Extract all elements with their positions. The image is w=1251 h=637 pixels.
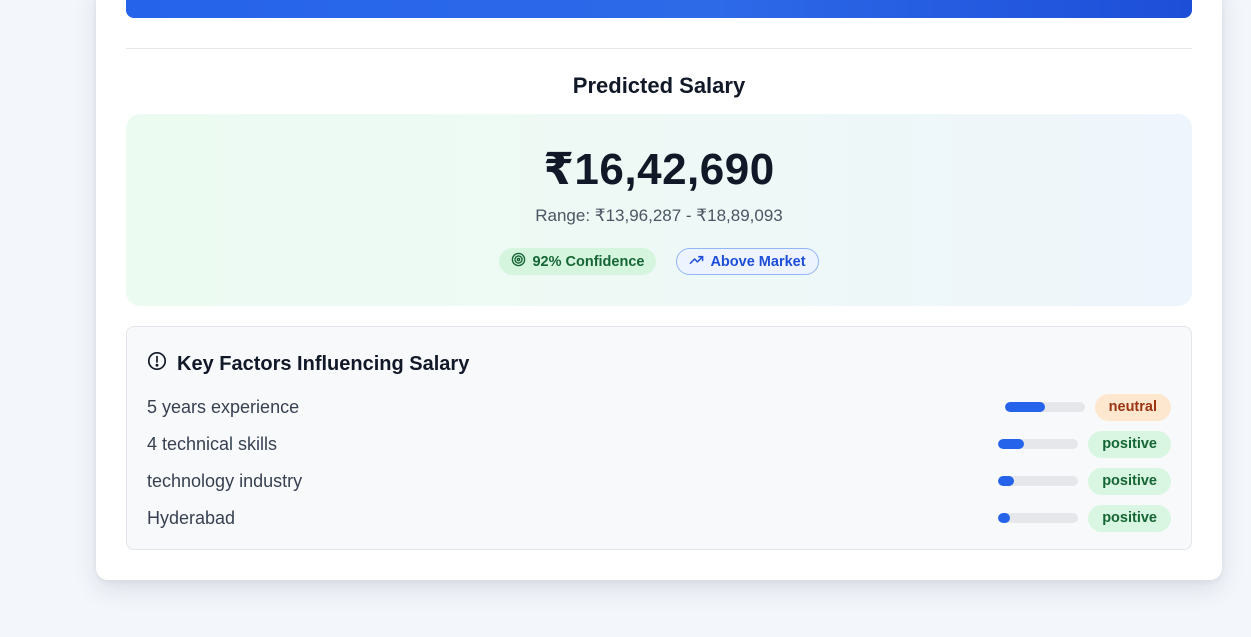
factor-indicator: positive — [998, 504, 1171, 532]
key-factors-panel: Key Factors Influencing Salary 5 years e… — [126, 326, 1192, 550]
salary-result-box: ₹16,42,690 Range: ₹13,96,287 - ₹18,89,09… — [126, 114, 1192, 306]
factor-impact-fill — [1004, 402, 1045, 412]
factor-label: technology industry — [147, 470, 303, 491]
trending-up-icon — [689, 252, 704, 271]
badge-row: 92% Confidence Above Market — [126, 248, 1192, 275]
factors-title: Key Factors Influencing Salary — [177, 352, 470, 375]
factor-tag: positive — [1088, 467, 1171, 495]
factor-impact-fill — [998, 476, 1015, 486]
prediction-card: Predicted Salary ₹16,42,690 Range: ₹13,9… — [96, 0, 1222, 580]
factor-impact-bar — [998, 476, 1079, 486]
factor-impact-bar — [1004, 402, 1085, 412]
factor-label: Hyderabad — [147, 507, 236, 528]
confidence-label: 92% Confidence — [532, 253, 645, 270]
factor-impact-bar — [998, 439, 1079, 449]
factor-tag: positive — [1088, 430, 1171, 458]
factor-label: 5 years experience — [147, 396, 300, 417]
factor-row: 5 years experience neutral — [147, 393, 1171, 421]
factor-impact-fill — [998, 513, 1011, 523]
salary-amount: ₹16,42,690 — [543, 145, 775, 194]
factor-tag: neutral — [1094, 393, 1171, 421]
market-label: Above Market — [710, 253, 806, 270]
salary-range: Range: ₹13,96,287 - ₹18,89,093 — [535, 206, 783, 225]
factor-indicator: positive — [998, 467, 1171, 495]
factor-row: 4 technical skills positive — [147, 430, 1171, 458]
divider — [126, 48, 1192, 49]
factor-indicator: positive — [998, 430, 1171, 458]
factor-tag: positive — [1088, 504, 1171, 532]
factor-row: Hyderabad positive — [147, 504, 1171, 532]
factor-impact-fill — [998, 439, 1024, 449]
target-icon — [511, 252, 526, 271]
factor-label: 4 technical skills — [147, 433, 278, 454]
predict-button[interactable] — [126, 0, 1192, 18]
factor-indicator: neutral — [1004, 393, 1171, 421]
market-badge: Above Market — [676, 248, 819, 275]
factor-impact-bar — [998, 513, 1079, 523]
confidence-badge: 92% Confidence — [499, 248, 657, 275]
factor-row: technology industry positive — [147, 467, 1171, 495]
factors-heading: Key Factors Influencing Salary — [147, 351, 469, 377]
alert-circle-icon — [147, 351, 167, 377]
section-title: Predicted Salary — [572, 73, 746, 98]
